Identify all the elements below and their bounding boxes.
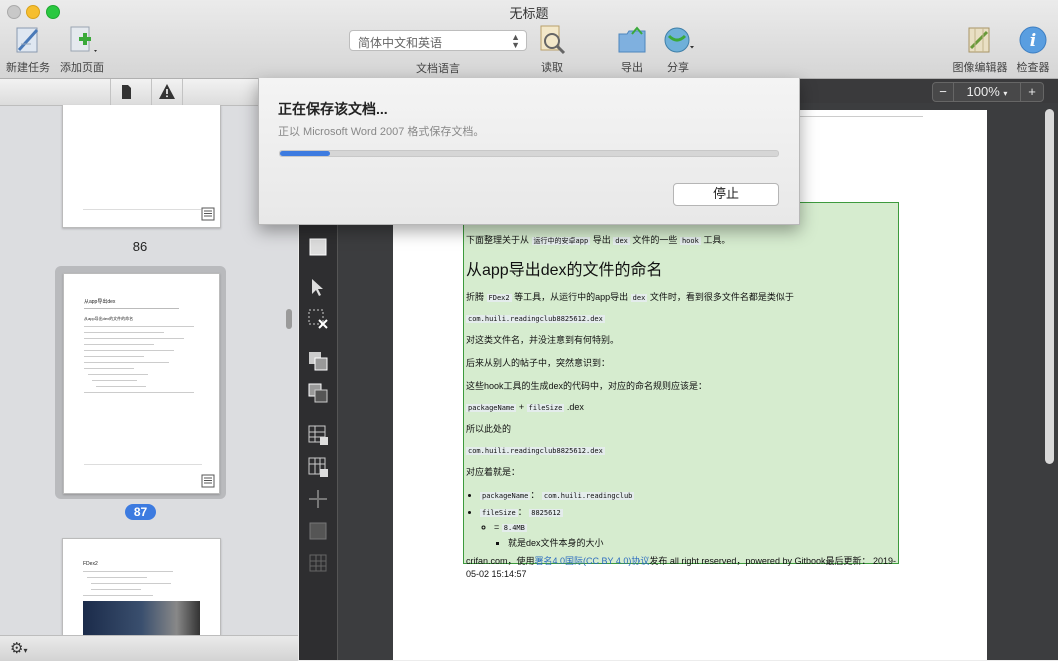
zoom-out-button[interactable]: −	[932, 82, 954, 102]
chevron-down-icon: ▾	[1003, 89, 1008, 98]
thumb-heading-fdex2: FDex2	[83, 561, 98, 567]
sidebar-resize-handle[interactable]	[286, 309, 292, 329]
window-toolbar: 无标题 新建任务 添加页面 简体中文和英语 ▲▼ 文档语言 读取 导出 分享	[0, 0, 1058, 79]
new-task-button[interactable]: 新建任务	[0, 24, 56, 75]
tab-pages[interactable]	[110, 79, 141, 105]
page-thumbnail-87[interactable]: 从app导出dex 从app导出dex的文件的命名	[63, 273, 220, 494]
page-thumbnail-88[interactable]: FDex2	[62, 538, 221, 635]
read-button[interactable]: 读取	[524, 24, 580, 75]
license-link[interactable]: 署名4.0国际(CC BY 4.0)协议	[535, 556, 650, 566]
image-editor-label: 图像编辑器	[952, 62, 1008, 74]
mapping-list: packageName： com.huili.readingclub fileS…	[466, 488, 898, 549]
delete-area-icon[interactable]	[307, 308, 329, 330]
zoom-in-button[interactable]: +	[1020, 82, 1044, 102]
naming-rule: packageName + fileSize .dex	[466, 402, 584, 412]
merge-cells-icon[interactable]	[307, 520, 329, 542]
zoom-level-select[interactable]: 100% ▾	[953, 82, 1021, 102]
document-language-value: 简体中文和英语	[358, 36, 443, 50]
dialog-subtitle: 正以 Microsoft Word 2007 格式保存文档。	[278, 126, 485, 138]
vertical-scrollbar[interactable]	[1045, 109, 1054, 464]
add-page-label: 添加页面	[60, 62, 104, 74]
dialog-title: 正在保存该文档...	[278, 101, 388, 117]
select-arrows-icon: ▲ ▼	[511, 32, 520, 50]
stop-button[interactable]: 停止	[673, 183, 779, 206]
share-globe-icon	[661, 24, 695, 56]
paragraph-1: 折腾 FDex2 等工具，从运行中的app导出 dex 文件时，看到很多文件名都…	[466, 292, 794, 302]
paragraph-3: 后来从别人的帖子中，突然意识到：	[466, 358, 611, 368]
document-language-select[interactable]: 简体中文和英语 ▲ ▼	[349, 30, 527, 51]
export-folder-icon	[615, 24, 649, 56]
page-number-86: 86	[132, 239, 148, 254]
paragraph-4: 这些hook工具的生成dex的代码中，对应的命名规则应该是：	[466, 381, 708, 391]
add-table-column-icon[interactable]	[307, 456, 329, 478]
window-title: 无标题	[509, 6, 549, 21]
save-progress-bar	[279, 150, 779, 157]
section-heading: 从app导出dex的文件的命名	[466, 262, 663, 279]
warning-icon	[159, 84, 175, 99]
list-item: fileSize： 8825612 = 8.4MB 就是dex文件本身的大小	[480, 505, 898, 549]
inspector-button[interactable]: i 检查器	[1005, 24, 1058, 75]
thumb-subheading: 从app导出dex的文件的命名	[84, 316, 134, 321]
inspector-label: 检查器	[1016, 62, 1050, 74]
list-item: 就是dex文件本身的大小	[508, 536, 898, 549]
add-page-icon	[65, 24, 99, 56]
paragraph-2: 对这类文件名，并没注意到有何特别。	[466, 335, 620, 345]
table-grid-icon[interactable]	[307, 552, 329, 574]
page-thumbnail-86[interactable]	[62, 105, 221, 228]
intro-paragraph: 下面整理关于从 运行中的安卓app 导出 dex 文件的一些 hook 工具。	[466, 235, 731, 245]
page-icon	[122, 85, 131, 99]
subtract-area-icon[interactable]	[307, 382, 329, 404]
thumb-screenshot-image	[83, 601, 200, 635]
add-table-row-icon[interactable]	[307, 424, 329, 446]
paragraph-6: 对应着就是：	[466, 467, 521, 477]
tab-warnings[interactable]	[151, 79, 183, 105]
list-item: = 8.4MB 就是dex文件本身的大小	[494, 522, 898, 549]
text-recognition-area[interactable]: 下面整理关于从 运行中的安卓app 导出 dex 文件的一些 hook 工具。 …	[463, 202, 899, 579]
thumb-heading: 从app导出dex	[84, 299, 116, 305]
code-filename-2: com.huili.readingclub8825612.dex	[466, 447, 605, 455]
image-editor-button[interactable]: 图像编辑器	[948, 24, 1012, 75]
split-cells-icon[interactable]	[307, 488, 329, 510]
add-page-button[interactable]: 添加页面	[54, 24, 110, 75]
zoom-level-value: 100%	[966, 84, 1000, 99]
read-label: 读取	[541, 62, 563, 74]
select-area-icon[interactable]	[307, 236, 329, 258]
list-item: packageName： com.huili.readingclub	[480, 488, 898, 501]
sidebar-tabs	[0, 79, 298, 106]
image-editor-icon	[963, 24, 997, 56]
page-number-87-badge: 87	[125, 504, 156, 520]
code-filename: com.huili.readingclub8825612.dex	[466, 315, 605, 323]
sidebar-bottom-bar: ⚙▾	[0, 635, 298, 661]
info-icon: i	[1016, 24, 1050, 56]
save-progress-dialog: 正在保存该文档... 正以 Microsoft Word 2007 格式保存文档…	[258, 78, 800, 225]
new-task-icon	[11, 24, 45, 56]
gear-icon[interactable]: ⚙▾	[10, 639, 27, 657]
paragraph-5: 所以此处的	[466, 424, 512, 434]
share-label: 分享	[667, 62, 689, 74]
share-button[interactable]: 分享	[650, 24, 706, 75]
page-thumbnails-sidebar: 86 从app导出dex 从app导出dex的文件的命名 87 FDex2 ⚙▾	[0, 79, 298, 661]
pointer-icon[interactable]	[307, 276, 329, 298]
text-page-icon	[201, 207, 215, 221]
text-page-icon	[201, 474, 215, 488]
progress-fill	[280, 151, 330, 156]
document-language-label: 文档语言	[416, 63, 460, 75]
svg-text:i: i	[1030, 31, 1036, 51]
new-task-label: 新建任务	[6, 62, 50, 74]
add-area-icon[interactable]	[307, 350, 329, 372]
read-magnifier-icon	[535, 24, 569, 56]
page-footer: crifan.com，使用署名4.0国际(CC BY 4.0)协议发布 all …	[466, 556, 896, 579]
